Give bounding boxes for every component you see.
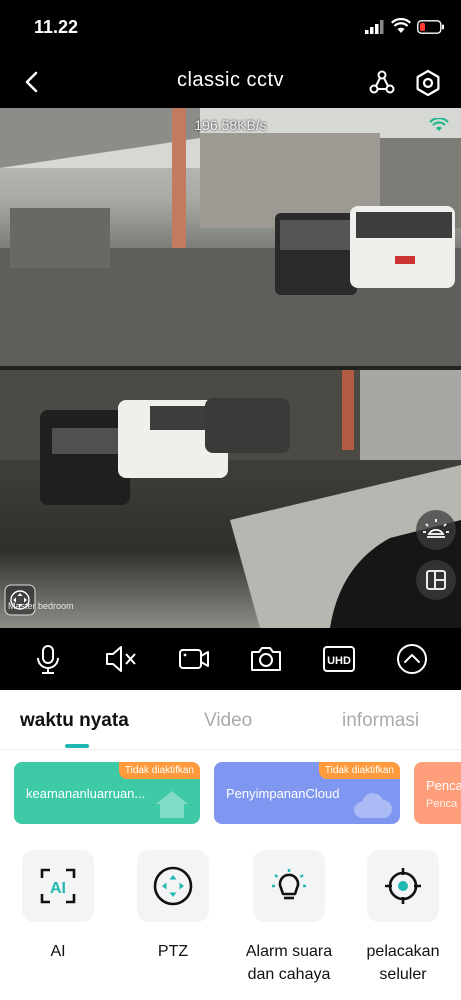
- camera-snapshot-icon[interactable]: [249, 642, 283, 676]
- status-badge: Tidak diaktifkan: [118, 762, 200, 779]
- ptz-icon: [153, 866, 193, 906]
- card-label: keamananluarruan...: [26, 786, 146, 801]
- card-label: Penca: [426, 778, 461, 793]
- ptz-joystick-icon[interactable]: [4, 584, 36, 616]
- layout-toggle-button[interactable]: [416, 560, 456, 600]
- feature-grid: AI AI PTZ Alarm suara dan cahaya pelacak…: [0, 850, 461, 1000]
- feature-label: PTZ: [157, 943, 189, 960]
- wifi-signal-icon: [429, 118, 449, 131]
- feature-sound-light-alarm[interactable]: Alarm suara dan cahaya: [234, 850, 344, 986]
- share-icon[interactable]: [367, 68, 397, 98]
- cloud-storage-card[interactable]: Tidak diaktifkan PenyimpananCloud: [214, 762, 400, 824]
- layout-icon: [426, 570, 446, 590]
- camera-name-label: Master bedroom: [8, 601, 74, 611]
- ai-icon: AI: [40, 868, 76, 904]
- feature-icon-box: AI: [22, 850, 94, 922]
- light-toggle-button[interactable]: [416, 510, 456, 550]
- feature-label: Alarm suara dan cahaya: [245, 943, 333, 983]
- feature-ai[interactable]: AI AI: [3, 850, 113, 963]
- house-icon: [156, 791, 188, 818]
- camera-view-bottom: [0, 370, 461, 628]
- active-tab-indicator: [65, 744, 89, 748]
- status-badge: Tidak diaktifkan: [318, 762, 400, 779]
- battery-icon: [417, 20, 444, 34]
- cloud-upload-icon: [354, 793, 392, 818]
- light-icon: [423, 519, 449, 538]
- feature-icon-box: [367, 850, 439, 922]
- feature-icon-box: [137, 850, 209, 922]
- wifi-icon: [391, 18, 411, 33]
- bulb-icon: [272, 869, 306, 900]
- mute-icon[interactable]: [103, 642, 137, 676]
- card-label: PenyimpananCloud: [226, 786, 340, 801]
- outdoor-security-card[interactable]: Tidak diaktifkan keamananluarruan...: [14, 762, 200, 824]
- nav-bar: classic cctv: [0, 56, 461, 108]
- feature-label: pelacakan seluler: [366, 943, 440, 983]
- camera-view-top: 196.58KB/s: [0, 108, 461, 366]
- record-video-icon[interactable]: [177, 642, 211, 676]
- signal-icon: [365, 20, 384, 34]
- feature-motion-tracking[interactable]: pelacakan seluler: [348, 850, 458, 986]
- tab-realtime[interactable]: waktu nyata: [20, 710, 129, 732]
- bitrate-text: 196.58KB/s: [194, 117, 267, 133]
- status-bar: 11.22: [0, 0, 461, 56]
- expand-up-icon[interactable]: [395, 642, 429, 676]
- uhd-quality-icon[interactable]: UHD: [322, 642, 356, 676]
- svg-text:AI: AI: [50, 880, 66, 897]
- service-cards: Tidak diaktifkan keamananluarruan... Tid…: [0, 762, 461, 828]
- settings-icon[interactable]: [413, 68, 443, 98]
- tab-information[interactable]: informasi: [342, 710, 419, 732]
- microphone-icon[interactable]: [31, 642, 65, 676]
- card-sublabel: Penca: [426, 798, 458, 810]
- feature-icon-box: [253, 850, 325, 922]
- tab-video[interactable]: Video: [204, 710, 252, 732]
- control-bar: UHD: [0, 628, 461, 690]
- feature-label: AI: [50, 943, 66, 960]
- feature-ptz[interactable]: PTZ: [118, 850, 228, 963]
- target-icon: [385, 868, 421, 904]
- video-feed[interactable]: 196.58KB/s Master bedroom: [0, 108, 461, 628]
- tracking-service-card[interactable]: Penca Penca: [414, 762, 461, 824]
- tab-bar: waktu nyata Video informasi: [0, 690, 461, 750]
- svg-text:UHD: UHD: [327, 655, 351, 667]
- status-time: 11.22: [34, 17, 79, 37]
